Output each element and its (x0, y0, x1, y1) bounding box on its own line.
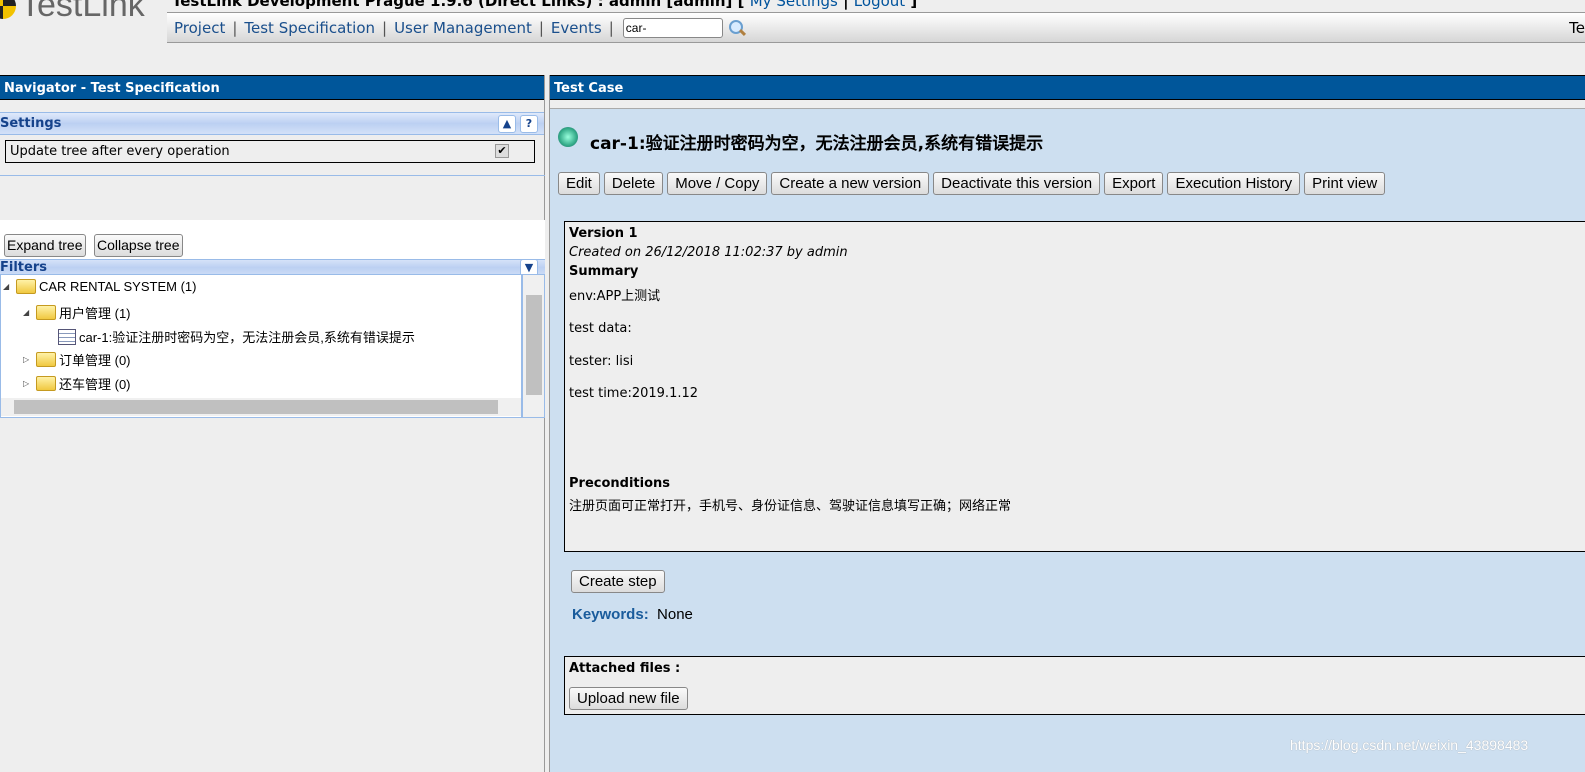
app-title: TestLink Development Prague 1.9.6 (Direc… (172, 0, 917, 10)
preconditions-label: Preconditions (569, 476, 671, 491)
summary-line: test time:2019.1.12 (569, 386, 699, 401)
menu-project[interactable]: Project (174, 19, 225, 37)
folder-icon (36, 376, 56, 391)
created-info: Created on 26/12/2018 11:02:37 by admin (569, 245, 848, 260)
logout-link[interactable]: Logout (854, 0, 905, 10)
expanded-arrow-icon[interactable]: ◢ (23, 308, 33, 317)
update-tree-setting: Update tree after every operation ✔ (5, 140, 535, 163)
top-menu: Project | Test Specification | User Manage… (167, 12, 1585, 43)
horizontal-scrollbar[interactable] (1, 398, 521, 416)
edit-button[interactable]: Edit (558, 172, 600, 195)
update-tree-checkbox[interactable]: ✔ (495, 144, 509, 158)
create-step-button[interactable]: Create step (571, 570, 665, 593)
tree-node-testcase[interactable]: car-1:验证注册时密码为空，无法注册会员,系统有错误提示 (58, 327, 415, 346)
attachments-box: Attached files : Upload new file (564, 656, 1585, 715)
testcase-actions: Edit Delete Move / Copy Create a new ver… (558, 172, 1386, 195)
folder-open-icon (16, 279, 36, 294)
tree-node-project[interactable]: ◢ CAR RENTAL SYSTEM (1) (3, 279, 196, 294)
menu-events[interactable]: Events (551, 19, 602, 37)
export-button[interactable]: Export (1104, 172, 1164, 195)
tree-node-suite[interactable]: ▷ 还车管理 (0) (23, 374, 131, 393)
testcase-status-icon (558, 127, 578, 147)
collapsed-arrow-icon[interactable]: ▷ (23, 379, 33, 388)
expanded-arrow-icon[interactable]: ◢ (3, 282, 13, 291)
preconditions-text: 注册页面可正常打开，手机号、身份证信息、驾驶证信息填写正确；网络正常 (569, 499, 1012, 514)
summary-label: Summary (569, 264, 639, 279)
tree-node-suite[interactable]: ▷ 订单管理 (0) (23, 350, 131, 369)
testcase-panel: Test Case car-1:验证注册时密码为空，无法注册会员,系统有错误提示… (549, 75, 1585, 772)
testcase-search-input[interactable] (622, 17, 723, 38)
testcase-panel-title: Test Case (550, 75, 1585, 100)
help-icon[interactable]: ? (520, 115, 538, 133)
collapse-tree-button[interactable]: Collapse tree (94, 234, 183, 257)
navigator-title: Navigator - Test Specification (0, 75, 544, 100)
menu-user-management[interactable]: User Management (394, 19, 532, 37)
execution-history-button[interactable]: Execution History (1167, 172, 1301, 195)
testcase-title: car-1:验证注册时密码为空，无法注册会员,系统有错误提示 (590, 134, 1044, 154)
move-copy-button[interactable]: Move / Copy (667, 172, 768, 195)
version-details: Version 1 Created on 26/12/2018 11:02:37… (564, 221, 1585, 552)
collapse-up-icon[interactable]: ▲ (498, 115, 516, 133)
search-icon[interactable] (728, 19, 745, 36)
testlink-logo: TestLink (0, 0, 145, 25)
summary-line: tester: lisi (569, 354, 634, 369)
watermark: https://blog.csdn.net/weixin_43898483 (1290, 737, 1529, 753)
keywords: Keywords: None (572, 606, 693, 623)
summary-line: env:APP上测试 (569, 289, 661, 304)
expand-tree-button[interactable]: Expand tree (4, 234, 86, 257)
upload-file-button[interactable]: Upload new file (569, 687, 688, 710)
create-version-button[interactable]: Create a new version (771, 172, 930, 195)
settings-header: Settings ▲ ? (0, 112, 544, 135)
attached-files-label: Attached files : (569, 661, 681, 676)
vertical-scrollbar[interactable] (522, 274, 545, 418)
summary-line: test data: (569, 321, 632, 336)
tree-node-suite[interactable]: ◢ 用户管理 (1) (23, 303, 131, 322)
collapsed-arrow-icon[interactable]: ▷ (23, 355, 33, 364)
version-label: Version 1 (569, 226, 638, 241)
deactivate-version-button[interactable]: Deactivate this version (933, 172, 1101, 195)
folder-open-icon (36, 305, 56, 320)
test-spec-tree: ◢ CAR RENTAL SYSTEM (1) ◢ 用户管理 (1) car-1:验… (0, 274, 522, 418)
menu-test-specification[interactable]: Test Specification (244, 19, 375, 37)
delete-button[interactable]: Delete (603, 172, 664, 195)
my-settings-link[interactable]: My Settings (750, 0, 838, 10)
testcase-icon (58, 328, 76, 345)
print-view-button[interactable]: Print view (1304, 172, 1386, 195)
navigator-panel: Navigator - Test Specification Settings … (0, 75, 545, 772)
right-cut-text: Te (1569, 19, 1585, 37)
folder-icon (36, 352, 56, 367)
